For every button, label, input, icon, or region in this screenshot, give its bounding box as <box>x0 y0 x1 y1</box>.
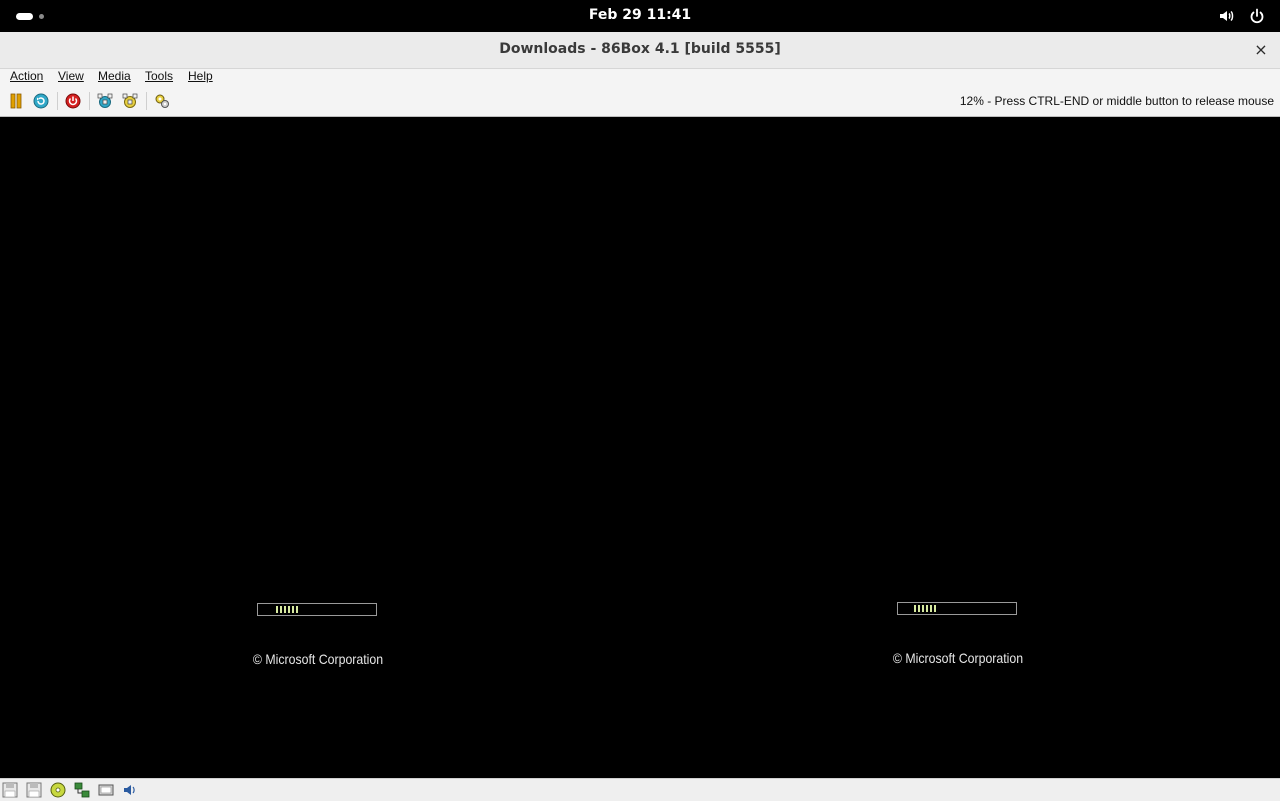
network-icon[interactable] <box>74 782 90 798</box>
boot-progress-bar <box>257 603 377 616</box>
menu-help[interactable]: Help <box>188 69 213 83</box>
floppy-drive-1-icon[interactable] <box>2 782 18 798</box>
toolbar: 12% - Press CTRL-END or middle button to… <box>0 86 1280 117</box>
power-icon[interactable] <box>1248 7 1266 25</box>
toolbar-separator <box>146 92 147 110</box>
boot-progress-bar <box>897 602 1017 615</box>
menu-action[interactable]: Action <box>10 69 43 83</box>
boot-copyright-right: © Microsoft Corporation <box>892 650 1024 666</box>
menu-media[interactable]: Media <box>98 69 131 83</box>
pause-icon[interactable] <box>8 93 24 109</box>
system-tray[interactable] <box>1218 7 1266 25</box>
ctrl-alt-esc-icon[interactable] <box>122 93 138 109</box>
cdrom-icon[interactable] <box>50 782 66 798</box>
boot-progress-segment <box>914 605 936 612</box>
display-icon[interactable] <box>98 782 114 798</box>
sound-icon[interactable] <box>122 782 138 798</box>
speaker-icon[interactable] <box>1218 7 1236 25</box>
toolbar-separator <box>89 92 90 110</box>
clock[interactable]: Feb 29 11:41 <box>0 7 1280 23</box>
ctrl-alt-del-icon[interactable] <box>97 93 113 109</box>
toolbar-status-message: 12% - Press CTRL-END or middle button to… <box>959 94 1274 108</box>
floppy-drive-2-icon[interactable] <box>26 782 42 798</box>
boot-progress-segment <box>276 606 298 613</box>
window-title-bar[interactable]: Downloads - 86Box 4.1 [build 5555] × <box>0 32 1280 69</box>
settings-icon[interactable] <box>154 93 170 109</box>
menu-tools[interactable]: Tools <box>145 69 173 83</box>
menu-bar: Action View Media Tools Help <box>0 69 1280 86</box>
close-button[interactable]: × <box>1252 41 1270 59</box>
system-top-bar: Feb 29 11:41 <box>0 0 1280 32</box>
power-off-icon[interactable] <box>65 93 81 109</box>
status-bar <box>0 778 1280 801</box>
emulator-screen[interactable]: © Microsoft Corporation © Microsoft Corp… <box>0 117 1280 778</box>
window-title: Downloads - 86Box 4.1 [build 5555] <box>499 41 781 57</box>
toolbar-separator <box>57 92 58 110</box>
menu-view[interactable]: View <box>58 69 84 83</box>
reset-icon[interactable] <box>33 93 49 109</box>
boot-copyright-left: © Microsoft Corporation <box>252 651 384 667</box>
